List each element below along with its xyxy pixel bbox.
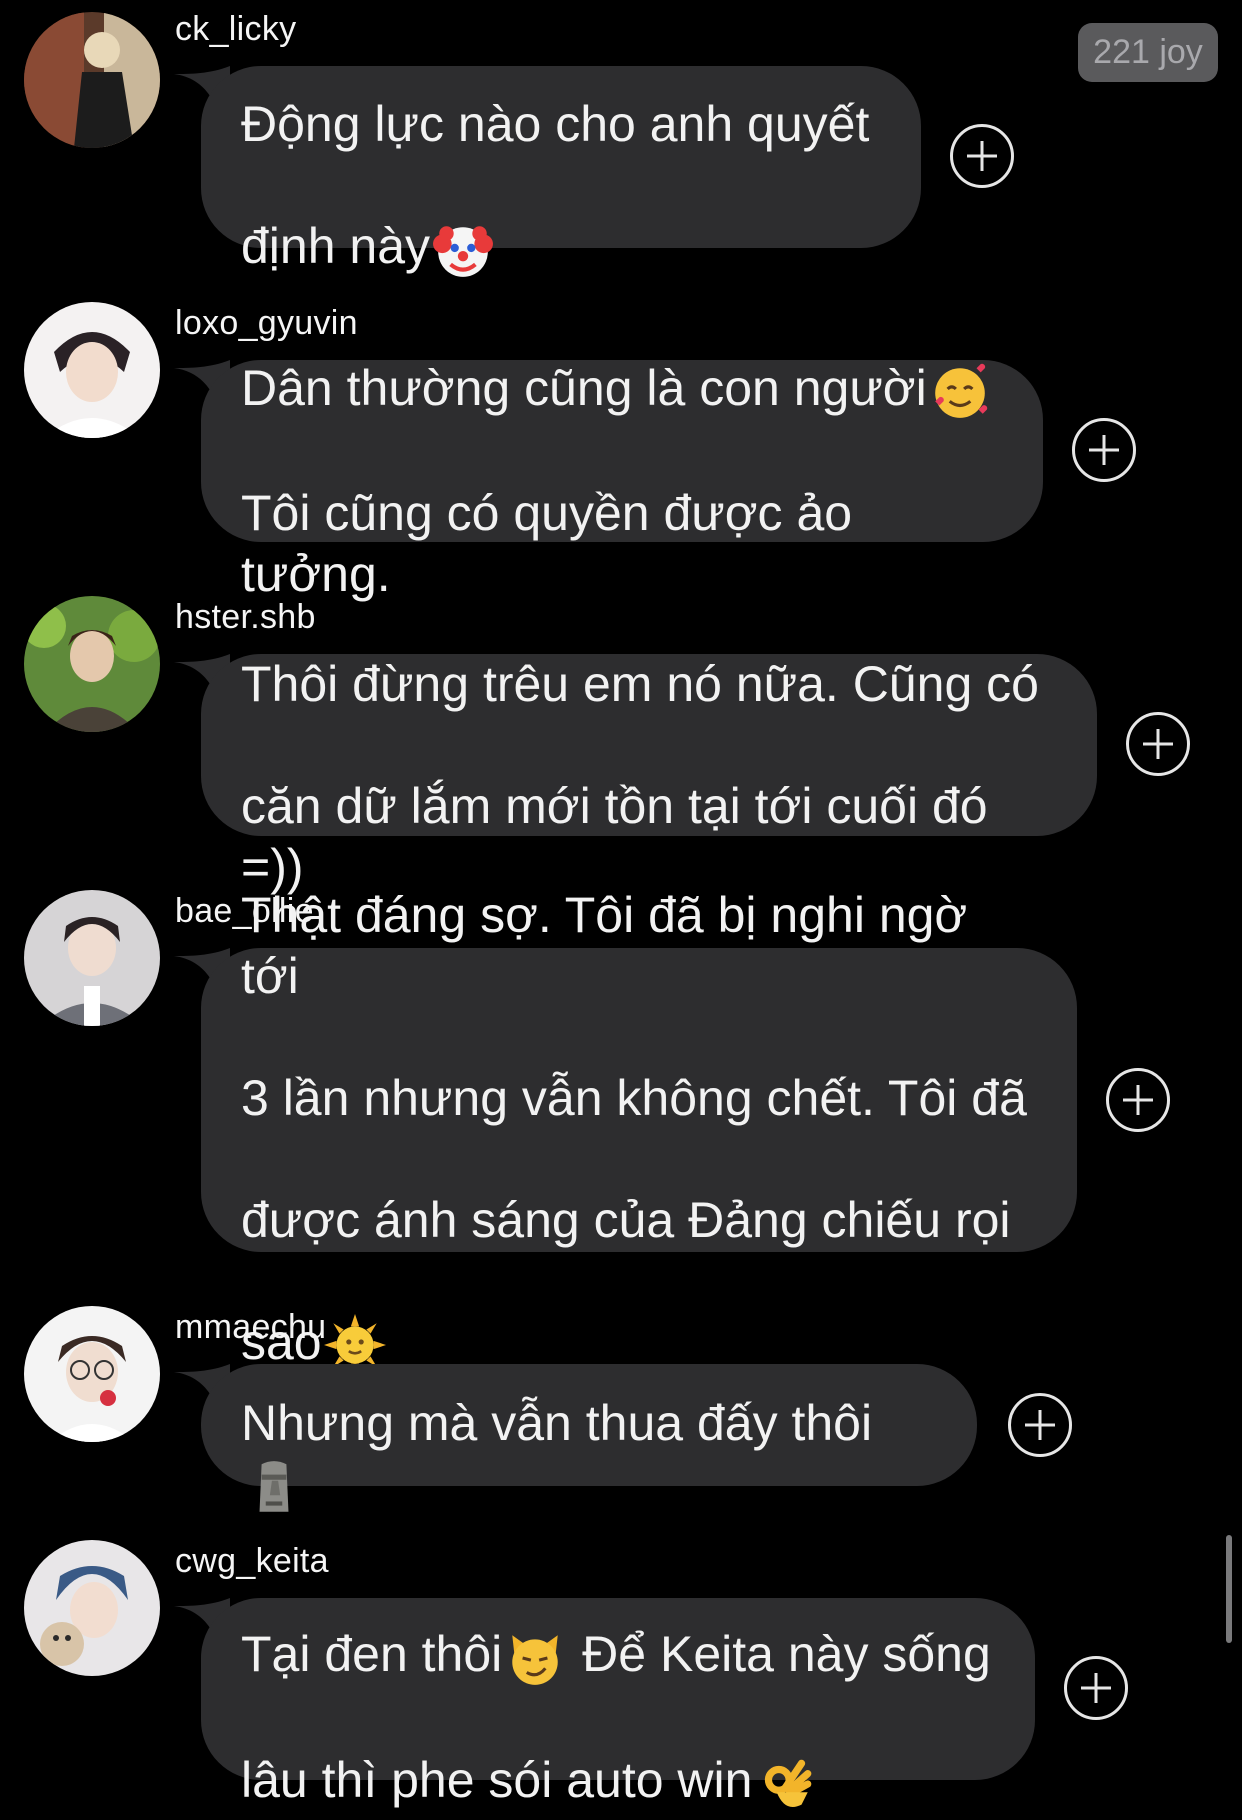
comment-text: lâu thì phe sói auto win [241,1752,753,1808]
comment-bubble: Động lực nào cho anh quyết định này [201,66,921,277]
add-reaction-button[interactable] [1008,1393,1072,1457]
comment-text: Thật đáng sợ. Tôi đã bị nghi ngờ tới [241,886,968,1004]
smiling-face-with-hearts-icon [934,364,987,419]
comment-text: Thôi đừng trêu em nó nữa. Cũng có [241,655,1039,712]
avatar[interactable] [24,1306,160,1442]
comment-bubble: Dân thường cũng là con người Tôi cũng có… [201,359,1043,602]
scrollbar[interactable] [1226,1535,1232,1643]
avatar[interactable] [24,12,160,148]
reaction-count-label: 221 joy [1093,33,1203,71]
comment-text: Để Keita này sống [568,1626,991,1683]
add-reaction-button[interactable] [1126,712,1190,776]
comment-bubble: Tại đen thôi Để Keita này sống lâu thì p… [201,1598,1035,1808]
comment-text: Tôi cũng có quyền được ảo tưởng. [241,485,853,603]
ok-hand-icon [765,1759,812,1807]
comment-text: Dân thường cũng là con người [241,359,927,416]
moai-icon [259,1461,289,1513]
avatar[interactable] [24,302,160,438]
avatar[interactable] [24,890,160,1026]
add-reaction-button[interactable] [1106,1068,1170,1132]
comment-text: 3 lần nhưng vẫn không chết. Tôi đã [241,1069,1027,1126]
comment-bubble: Thôi đừng trêu em nó nữa. Cũng có căn dữ… [201,654,1097,895]
comment-text: định này [241,218,431,275]
smirking-cat-icon [512,1635,559,1685]
comment-text: Động lực nào cho anh quyết [241,96,870,153]
clown-emoji-icon [433,226,494,277]
comment-text: được ánh sáng của Đảng chiếu rọi [241,1191,1011,1248]
add-reaction-button[interactable] [950,124,1014,188]
avatar[interactable] [24,596,160,732]
comment-text: Tại đen thôi [241,1626,503,1683]
add-reaction-button[interactable] [1064,1656,1128,1720]
add-reaction-button[interactable] [1072,418,1136,482]
comment-text: Nhưng mà vẫn thua đấy thôi [241,1394,873,1451]
avatar[interactable] [24,1540,160,1676]
comment-bubble: Nhưng mà vẫn thua đấy thôi [201,1364,977,1513]
reaction-count-badge[interactable]: 221 joy [1078,23,1218,82]
comment-bubble: Thật đáng sợ. Tôi đã bị nghi ngờ tới 3 l… [201,887,1077,1377]
